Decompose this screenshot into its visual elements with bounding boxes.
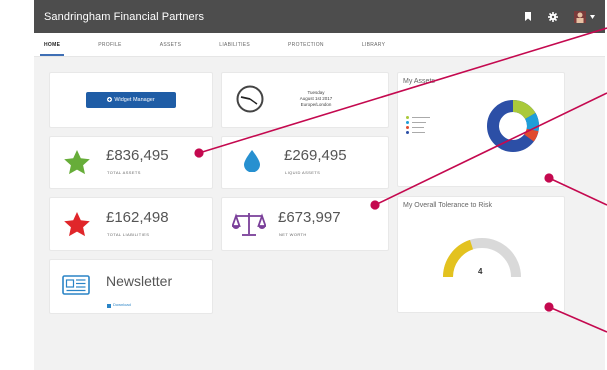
star-icon [64,212,90,242]
risk-title: My Overall Tolerance to Risk [403,202,492,209]
net-worth-label: NET WORTH [279,232,307,237]
tab-profile[interactable]: PROFILE [98,42,122,56]
clock-icon [236,85,264,118]
newsletter-title: Newsletter [106,273,173,289]
tab-library[interactable]: LIBRARY [362,42,385,56]
star-icon [64,150,90,180]
newsletter-download-link[interactable]: Download [107,295,131,313]
net-worth-card[interactable]: £673,997 NET WORTH [221,197,389,251]
liquid-assets-amount: £269,495 [284,147,347,164]
user-avatar-icon[interactable] [572,10,588,23]
total-liabilities-amount: £162,498 [106,209,169,226]
download-label: Download [113,301,131,307]
widget-manager-card: Widget Manager [49,72,213,128]
total-assets-card[interactable]: £836,495 TOTAL ASSETS [49,136,213,189]
risk-value: 4 [478,267,483,276]
net-worth-amount: £673,997 [278,209,341,226]
plus-circle-icon [107,96,113,104]
bookmark-icon[interactable] [522,11,534,23]
assets-chart-title: My Assets [403,78,435,85]
newsletter-card[interactable]: Newsletter Download [49,259,213,314]
assets-donut[interactable] [485,98,541,154]
total-liabilities-card[interactable]: £162,498 TOTAL LIABILITIES [49,197,213,251]
chevron-down-icon[interactable] [589,11,595,23]
widget-manager-button[interactable]: Widget Manager [86,92,176,108]
total-assets-amount: £836,495 [106,147,169,164]
gear-icon[interactable] [547,11,559,23]
liquid-assets-label: LIQUID ASSETS [285,170,321,175]
assets-chart-card: My Assets [397,72,565,187]
tab-liabilities[interactable]: LIABILITIES [219,42,250,56]
water-drop-icon [244,150,260,177]
app-window: Sandringham Financial Partners HOME PROF… [34,0,605,370]
top-bar: Sandringham Financial Partners [34,0,605,33]
date-display: Tuesday August 1st 2017 Europe/London [286,90,346,108]
top-icons [522,10,595,23]
total-assets-label: TOTAL ASSETS [107,170,141,175]
widget-manager-label: Widget Manager [114,97,155,103]
legend-item [406,130,430,135]
newsletter-icon [62,275,90,300]
tab-protection[interactable]: PROTECTION [288,42,324,56]
tab-assets[interactable]: ASSETS [160,42,182,56]
tab-home[interactable]: HOME [39,42,65,56]
app-title: Sandringham Financial Partners [44,10,205,23]
download-icon [107,295,111,313]
liquid-assets-card[interactable]: £269,495 LIQUID ASSETS [221,136,389,189]
risk-tolerance-card: My Overall Tolerance to Risk 4 [397,196,565,313]
scales-icon [231,211,267,242]
date-card: Tuesday August 1st 2017 Europe/London [221,72,389,128]
date-location: Europe/London [300,102,332,107]
assets-legend [406,115,430,135]
total-liabilities-label: TOTAL LIABILITIES [107,232,150,237]
main-nav: HOME PROFILE ASSETS LIABILITIES PROTECTI… [34,33,605,57]
